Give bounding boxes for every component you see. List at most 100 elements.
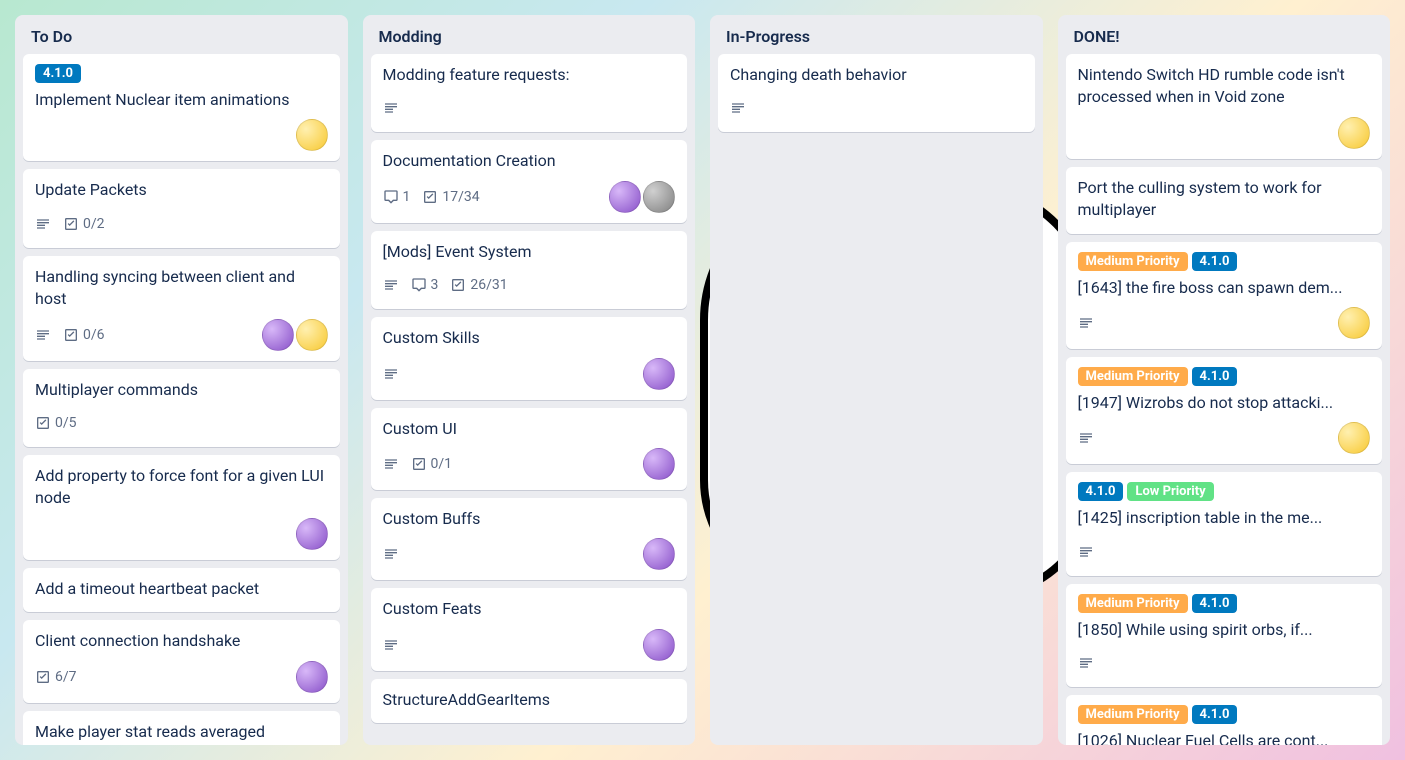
checklist-count: 0/6 <box>83 327 105 343</box>
card-label[interactable]: Medium Priority <box>1078 594 1188 613</box>
avatar[interactable] <box>643 629 675 661</box>
avatar[interactable] <box>643 448 675 480</box>
list-title[interactable]: Modding <box>363 15 696 54</box>
checklist-count: 0/5 <box>55 415 77 431</box>
card-label[interactable]: Low Priority <box>1127 482 1213 501</box>
list-title[interactable]: In-Progress <box>710 15 1043 54</box>
avatar[interactable] <box>1338 307 1370 339</box>
card[interactable]: Update Packets 0/2 <box>23 169 340 247</box>
card[interactable]: Changing death behavior <box>718 54 1035 132</box>
checklist-icon <box>35 669 51 685</box>
avatar[interactable] <box>1338 422 1370 454</box>
checklist-badge: 0/1 <box>411 456 453 472</box>
avatar[interactable] <box>609 181 641 213</box>
description-icon <box>1078 655 1094 671</box>
card[interactable]: Medium Priority4.1.0[1643] the fire boss… <box>1066 242 1383 349</box>
card-title: Add property to force font for a given L… <box>35 465 328 510</box>
badges-left <box>1078 544 1094 560</box>
description-icon <box>1078 430 1094 446</box>
badges-left <box>1078 430 1094 446</box>
avatar[interactable] <box>296 319 328 351</box>
card[interactable]: StructureAddGearItems <box>371 679 688 723</box>
board: To Do 4.1.0 Implement Nuclear item animati… <box>0 0 1405 760</box>
checklist-count: 0/1 <box>431 456 453 472</box>
checklist-badge: 17/34 <box>422 189 479 205</box>
card[interactable]: 4.1.0 Implement Nuclear item animations <box>23 54 340 161</box>
badges-left <box>383 100 399 116</box>
description-icon <box>1078 315 1094 331</box>
card-badges: 0/5 <box>35 409 328 437</box>
list-title[interactable]: DONE! <box>1058 15 1391 54</box>
avatar[interactable] <box>643 538 675 570</box>
avatar[interactable] <box>643 358 675 390</box>
card[interactable]: Modding feature requests: <box>371 54 688 132</box>
card-badges: 6/7 <box>35 661 328 693</box>
list-cards-container: 4.1.0 Implement Nuclear item animations Up… <box>15 54 348 745</box>
card-members <box>643 358 675 390</box>
card[interactable]: Documentation Creation117/34 <box>371 140 688 222</box>
comment-icon <box>383 189 399 205</box>
card-title: Handling syncing between client and host <box>35 266 328 311</box>
card[interactable]: Medium Priority4.1.0[1947] Wizrobs do no… <box>1066 357 1383 464</box>
card[interactable]: Custom Buffs <box>371 498 688 580</box>
card[interactable]: Multiplayer commands0/5 <box>23 369 340 447</box>
description-icon <box>730 100 746 116</box>
list: ModdingModding feature requests: Document… <box>363 15 696 745</box>
card-label[interactable]: Medium Priority <box>1078 252 1188 271</box>
description-icon <box>35 327 51 343</box>
card[interactable]: 4.1.0Low Priority[1425] inscription tabl… <box>1066 472 1383 575</box>
list-cards-container: Nintendo Switch HD rumble code isn't pro… <box>1058 54 1391 745</box>
badges-left: 0/6 <box>35 327 105 343</box>
avatar[interactable] <box>296 518 328 550</box>
badges-left: 0/2 <box>35 216 105 232</box>
card[interactable]: Custom Skills <box>371 317 688 399</box>
card[interactable]: Handling syncing between client and host… <box>23 256 340 361</box>
card[interactable]: Add property to force font for a given L… <box>23 455 340 560</box>
comment-count: 3 <box>431 277 439 293</box>
card[interactable]: Port the culling system to work for mult… <box>1066 167 1383 234</box>
checklist-badge: 26/31 <box>450 277 507 293</box>
card-title: Changing death behavior <box>730 64 1023 86</box>
checklist-badge: 0/2 <box>63 216 105 232</box>
card-labels: Medium Priority4.1.0 <box>1078 252 1371 271</box>
avatar[interactable] <box>643 181 675 213</box>
card-label[interactable]: Medium Priority <box>1078 367 1188 386</box>
card-labels: Medium Priority4.1.0 <box>1078 705 1371 724</box>
card-title: Update Packets <box>35 179 328 201</box>
card-label[interactable]: 4.1.0 <box>1192 367 1238 386</box>
card-label[interactable]: 4.1.0 <box>1192 594 1238 613</box>
description-icon <box>383 100 399 116</box>
card-badges <box>35 518 328 550</box>
card-label[interactable]: 4.1.0 <box>1078 482 1124 501</box>
avatar[interactable] <box>1338 117 1370 149</box>
card-members <box>296 518 328 550</box>
card-title: Custom Skills <box>383 327 676 349</box>
card[interactable]: [Mods] Event System326/31 <box>371 231 688 309</box>
checklist-icon <box>411 456 427 472</box>
card[interactable]: Custom UI0/1 <box>371 408 688 490</box>
list-title[interactable]: To Do <box>15 15 348 54</box>
avatar[interactable] <box>296 661 328 693</box>
description-icon <box>1078 655 1094 671</box>
card-members <box>643 448 675 480</box>
card-label[interactable]: Medium Priority <box>1078 705 1188 724</box>
card[interactable]: Add a timeout heartbeat packet <box>23 568 340 612</box>
card[interactable]: Medium Priority4.1.0[1026] Nuclear Fuel … <box>1066 695 1383 745</box>
card-label[interactable]: 4.1.0 <box>35 64 81 83</box>
card-label[interactable]: 4.1.0 <box>1192 252 1238 271</box>
checklist-icon <box>63 216 79 232</box>
card[interactable]: Medium Priority4.1.0[1850] While using s… <box>1066 584 1383 687</box>
card-badges <box>1078 117 1371 149</box>
list: In-Progress Changing death behavior <box>710 15 1043 745</box>
card-members <box>643 538 675 570</box>
card[interactable]: Nintendo Switch HD rumble code isn't pro… <box>1066 54 1383 159</box>
card-title: Implement Nuclear item animations <box>35 89 328 111</box>
avatar[interactable] <box>296 119 328 151</box>
card[interactable]: Client connection handshake6/7 <box>23 620 340 702</box>
avatar[interactable] <box>262 319 294 351</box>
checklist-count: 6/7 <box>55 669 77 685</box>
card[interactable]: Custom Feats <box>371 588 688 670</box>
card-title: Nintendo Switch HD rumble code isn't pro… <box>1078 64 1371 109</box>
card-label[interactable]: 4.1.0 <box>1192 705 1238 724</box>
card[interactable]: Make player stat reads averaged <box>23 711 340 745</box>
